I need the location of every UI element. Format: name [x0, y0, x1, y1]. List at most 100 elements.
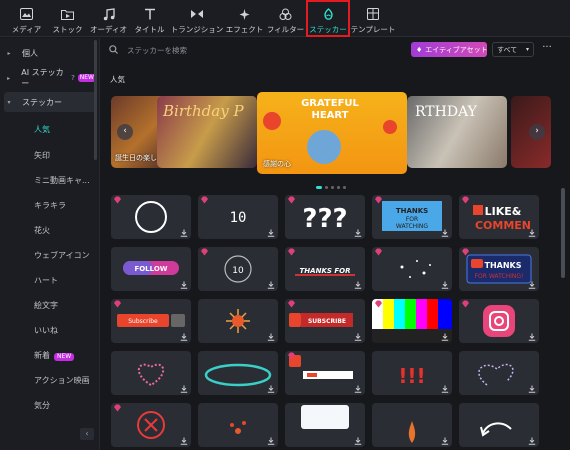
sidebar-item-sparkle[interactable]: キラキラ	[34, 200, 66, 211]
download-icon[interactable]	[528, 437, 536, 445]
carousel-card-birthday[interactable]: Birthday P	[157, 96, 257, 168]
creative-assets-button[interactable]: ♦ エイティブアセットを	[411, 42, 487, 57]
sidebar-item-mini-video[interactable]: ミニ動画キャ...	[34, 175, 90, 186]
download-icon[interactable]	[180, 229, 188, 237]
download-icon[interactable]	[528, 333, 536, 341]
download-icon[interactable]	[354, 333, 362, 341]
carousel-next-button[interactable]: ›	[529, 124, 545, 140]
download-icon[interactable]	[267, 385, 275, 393]
sticker-preview: THANKS FOR	[295, 267, 355, 276]
sidebar-item-mood[interactable]: 気分	[34, 400, 50, 411]
tab-template[interactable]: テンプレート	[350, 0, 396, 37]
tab-audio[interactable]: オーディオ	[88, 0, 129, 37]
tab-effect[interactable]: エフェクト	[224, 0, 265, 37]
sticker-tile[interactable]: SubscribeSubscribe	[111, 299, 191, 343]
download-icon[interactable]	[441, 385, 449, 393]
sticker-tile[interactable]: THANKS FORTHANKS FOR	[285, 247, 365, 291]
sticker-tile[interactable]: THANKSFOR WATCHING!THANKS FOR WATCHING	[459, 247, 539, 291]
download-icon[interactable]	[180, 333, 188, 341]
sticker-tile[interactable]: ??????	[285, 195, 365, 239]
download-icon[interactable]	[528, 281, 536, 289]
sticker-tile[interactable]	[372, 247, 452, 291]
svg-text:THANKS: THANKS	[396, 207, 428, 215]
search-input[interactable]: ステッカーを検索	[127, 45, 187, 56]
sidebar-group-ai-sticker[interactable]: ▸ AI ステッカー ? NEW	[4, 68, 96, 88]
sticker-tile[interactable]	[459, 403, 539, 447]
tab-sticker[interactable]: ステッカー	[306, 0, 350, 37]
sticker-tile[interactable]: 1010	[198, 195, 278, 239]
download-icon[interactable]	[267, 333, 275, 341]
sidebar-group-personal[interactable]: ▸ 個人	[4, 43, 96, 63]
tab-filter[interactable]: フィルター	[265, 0, 306, 37]
tab-stock[interactable]: ストック	[47, 0, 88, 37]
panel-scrollbar[interactable]	[561, 188, 565, 278]
sidebar-item-new[interactable]: 新着 NEW	[34, 350, 75, 361]
sticker-tile[interactable]: !!!!!!	[372, 351, 452, 395]
collapse-sidebar-button[interactable]: ‹	[80, 428, 94, 440]
download-icon[interactable]	[441, 281, 449, 289]
download-icon[interactable]	[354, 229, 362, 237]
download-icon[interactable]	[180, 385, 188, 393]
sidebar-group-sticker[interactable]: ▾ ステッカー	[4, 92, 96, 112]
download-icon[interactable]	[267, 437, 275, 445]
pagination-dot[interactable]	[331, 186, 334, 189]
sidebar-item-fireworks[interactable]: 花火	[34, 225, 50, 236]
filter-dropdown[interactable]: すべて ▾	[492, 42, 534, 57]
sticker-tile[interactable]	[372, 299, 452, 343]
sidebar: ▸ 個人 ▸ AI ステッカー ? NEW ▾ ステッカー 人気 矢印 ミニ動画…	[0, 38, 100, 450]
sticker-tile[interactable]	[198, 403, 278, 447]
sticker-tile[interactable]: LIKE&COMMENLIKE & COMMENT	[459, 195, 539, 239]
tab-transition[interactable]: トランジション	[170, 0, 224, 37]
more-options-icon[interactable]: ···	[540, 42, 554, 57]
carousel-prev-button[interactable]: ‹	[117, 124, 133, 140]
search-bar[interactable]: ステッカーを検索	[109, 41, 405, 59]
sticker-tile[interactable]	[285, 403, 365, 447]
download-icon[interactable]	[441, 333, 449, 341]
download-icon[interactable]	[441, 229, 449, 237]
pagination-dot[interactable]	[316, 186, 322, 189]
character-illustration	[307, 130, 341, 164]
download-icon[interactable]	[267, 229, 275, 237]
sticker-tile[interactable]	[198, 351, 278, 395]
sidebar-item-action-movie[interactable]: アクション映画	[34, 375, 90, 386]
sticker-tile[interactable]	[372, 403, 452, 447]
sidebar-item-popular[interactable]: 人気	[34, 124, 50, 135]
sticker-tile[interactable]: THANKSFORWATCHINGTHANKS FOR WATCHING	[372, 195, 452, 239]
sticker-tile[interactable]	[285, 351, 365, 395]
download-icon[interactable]	[180, 437, 188, 445]
sticker-tile[interactable]	[111, 351, 191, 395]
sticker-preview: LIKE&COMMEN	[473, 205, 531, 232]
svg-text:FOR: FOR	[406, 216, 418, 223]
sticker-tile[interactable]: SUBSCRIBESUBSCRIBE	[285, 299, 365, 343]
download-icon[interactable]	[528, 229, 536, 237]
tab-title[interactable]: タイトル	[129, 0, 170, 37]
pagination-dot[interactable]	[325, 186, 328, 189]
download-icon[interactable]	[267, 281, 275, 289]
sticker-tile[interactable]: FOLLOWFOLLOW	[111, 247, 191, 291]
sticker-tile[interactable]: 1010	[198, 247, 278, 291]
carousel-card-birthday-right[interactable]: RTHDAY	[407, 96, 507, 168]
pagination-dot[interactable]	[337, 186, 340, 189]
download-icon[interactable]	[528, 385, 536, 393]
carousel-card-grateful-heart[interactable]: GRATEFUL HEART 感謝の心	[257, 92, 407, 174]
sidebar-scrollbar[interactable]	[94, 40, 97, 160]
download-icon[interactable]	[354, 437, 362, 445]
tab-media[interactable]: メディア	[6, 0, 47, 37]
download-icon[interactable]	[354, 281, 362, 289]
sticker-tile[interactable]	[111, 403, 191, 447]
sticker-tile[interactable]	[459, 351, 539, 395]
sticker-tile[interactable]	[459, 299, 539, 343]
sidebar-item-like[interactable]: いいね	[34, 325, 58, 336]
sidebar-item-emoji[interactable]: 絵文字	[34, 300, 58, 311]
download-icon[interactable]	[354, 385, 362, 393]
sticker-tile[interactable]	[111, 195, 191, 239]
sticker-tile[interactable]	[198, 299, 278, 343]
sidebar-item-web-icon[interactable]: ウェブアイコン	[34, 250, 90, 261]
sidebar-item-arrow[interactable]: 矢印	[34, 150, 50, 161]
download-icon[interactable]	[180, 281, 188, 289]
svg-text:LIKE&: LIKE&	[485, 205, 522, 218]
download-icon[interactable]	[441, 437, 449, 445]
featured-carousel: 誕生日の楽しみ Birthday P GRATEFUL HEART 感謝の心 R…	[111, 92, 551, 180]
sidebar-item-heart[interactable]: ハート	[34, 275, 58, 286]
pagination-dot[interactable]	[343, 186, 346, 189]
